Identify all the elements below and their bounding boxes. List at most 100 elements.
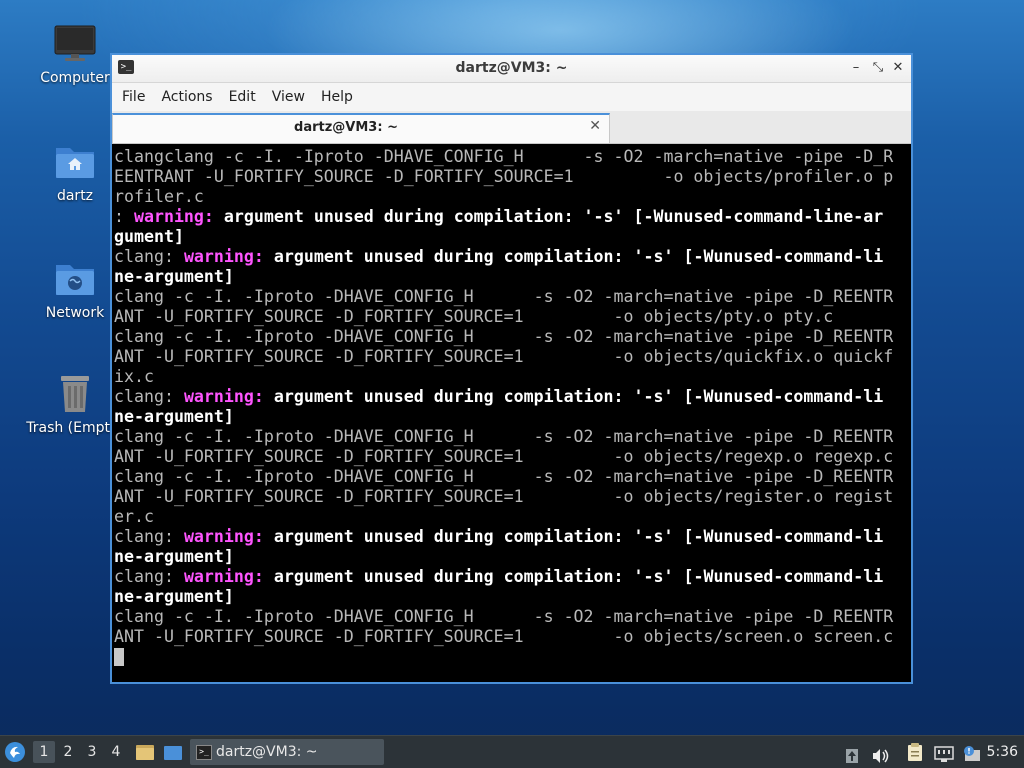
terminal-text: argument unused during compilation: '-s'… — [263, 387, 884, 406]
terminal-text: ix.c — [114, 367, 154, 386]
workspace-1[interactable]: 1 — [33, 741, 55, 763]
taskbar: 1 2 3 4 >_ dartz@VM3: ~ 5:36 — [0, 735, 1024, 768]
terminal-text: : — [114, 207, 134, 226]
terminal-line: clang -c -I. -Iproto -DHAVE_CONFIG_H -s … — [114, 287, 909, 307]
terminal-text: argument unused during compilation: '-s'… — [213, 207, 884, 226]
network-icon[interactable] — [934, 743, 954, 762]
terminal-text: ANT -U_FORTIFY_SOURCE -D_FORTIFY_SOURCE=… — [114, 627, 894, 646]
terminal-text: clang: — [114, 527, 184, 546]
terminal-cursor — [114, 648, 124, 666]
workspace-4[interactable]: 4 — [105, 741, 127, 763]
terminal-line: clang -c -I. -Iproto -DHAVE_CONFIG_H -s … — [114, 607, 909, 627]
terminal-text: ANT -U_FORTIFY_SOURCE -D_FORTIFY_SOURCE=… — [114, 447, 894, 466]
terminal-line: EENTRANT -U_FORTIFY_SOURCE -D_FORTIFY_SO… — [114, 167, 909, 187]
terminal-line: clang: warning: argument unused during c… — [114, 247, 909, 267]
terminal-line: clang: warning: argument unused during c… — [114, 387, 909, 407]
warning-label: warning: — [183, 247, 264, 266]
workspace-2[interactable]: 2 — [57, 741, 79, 763]
taskbar-terminal-task[interactable]: >_ dartz@VM3: ~ — [190, 739, 384, 765]
terminal-text: EENTRANT -U_FORTIFY_SOURCE -D_FORTIFY_SO… — [114, 167, 894, 186]
terminal-prompt-line — [114, 647, 909, 667]
terminal-line: ANT -U_FORTIFY_SOURCE -D_FORTIFY_SOURCE=… — [114, 487, 909, 507]
terminal-line: ANT -U_FORTIFY_SOURCE -D_FORTIFY_SOURCE=… — [114, 307, 909, 327]
terminal-text: clang -c -I. -Iproto -DHAVE_CONFIG_H -s … — [114, 327, 894, 346]
terminal-text: ANT -U_FORTIFY_SOURCE -D_FORTIFY_SOURCE=… — [114, 347, 894, 366]
task-label: dartz@VM3: ~ — [216, 744, 318, 760]
terminal-text: clang: — [114, 247, 184, 266]
terminal-text: clang -c -I. -Iproto -DHAVE_CONFIG_H -s … — [114, 287, 894, 306]
terminal-line: clang -c -I. -Iproto -DHAVE_CONFIG_H -s … — [114, 427, 909, 447]
terminal-window[interactable]: >_ dartz@VM3: ~ – ⤡ ✕ File Actions Edit Vie… — [110, 53, 913, 684]
menu-bar: File Actions Edit View Help — [112, 83, 911, 111]
terminal-line: er.c — [114, 507, 909, 527]
menu-view[interactable]: View — [264, 83, 313, 111]
terminal-icon: >_ — [196, 745, 212, 760]
terminal-line: ANT -U_FORTIFY_SOURCE -D_FORTIFY_SOURCE=… — [114, 447, 909, 467]
terminal-line: ne-argument] — [114, 407, 909, 427]
terminal-text: argument unused during compilation: '-s'… — [263, 527, 884, 546]
terminal-line: ne-argument] — [114, 267, 909, 287]
computer-icon — [53, 22, 97, 66]
terminal-text: ne-argument] — [114, 267, 234, 286]
warning-label: warning: — [183, 387, 264, 406]
show-desktop-icon[interactable] — [163, 743, 183, 761]
terminal-line: ne-argument] — [114, 547, 909, 567]
terminal-text: rofiler.c — [114, 187, 204, 206]
terminal-text: clang -c -I. -Iproto -DHAVE_CONFIG_H -s … — [114, 607, 894, 626]
terminal-text: clang: — [114, 567, 184, 586]
tab-bar: dartz@VM3: ~ ✕ — [112, 111, 911, 144]
terminal-line: rofiler.c — [114, 187, 909, 207]
home-folder-icon — [53, 140, 97, 184]
terminal-text: ANT -U_FORTIFY_SOURCE -D_FORTIFY_SOURCE=… — [114, 307, 834, 326]
terminal-text: clangclang -c -I. -Iproto -DHAVE_CONFIG_… — [114, 147, 894, 166]
terminal-text: ne-argument] — [114, 547, 234, 566]
terminal-line: clang: warning: argument unused during c… — [114, 567, 909, 587]
menu-help[interactable]: Help — [313, 83, 361, 111]
terminal-line: gument] — [114, 227, 909, 247]
updates-icon[interactable] — [845, 744, 859, 763]
maximize-button[interactable]: ⤡ — [869, 59, 887, 77]
menu-edit[interactable]: Edit — [221, 83, 264, 111]
terminal-text: clang: — [114, 387, 184, 406]
terminal-text: er.c — [114, 507, 154, 526]
terminal-line: ne-argument] — [114, 587, 909, 607]
window-titlebar[interactable]: >_ dartz@VM3: ~ – ⤡ ✕ — [112, 55, 911, 83]
minimize-button[interactable]: – — [847, 59, 865, 77]
start-menu-icon[interactable] — [4, 741, 26, 763]
terminal-text: ANT -U_FORTIFY_SOURCE -D_FORTIFY_SOURCE=… — [114, 487, 894, 506]
terminal-text: clang -c -I. -Iproto -DHAVE_CONFIG_H -s … — [114, 427, 894, 446]
terminal-text: ne-argument] — [114, 407, 234, 426]
terminal-text: ne-argument] — [114, 587, 234, 606]
terminal-output[interactable]: clangclang -c -I. -Iproto -DHAVE_CONFIG_… — [114, 147, 909, 680]
warning-label: warning: — [183, 527, 264, 546]
warning-label: warning: — [183, 567, 264, 586]
window-title: dartz@VM3: ~ — [455, 60, 568, 76]
terminal-line: : warning: argument unused during compil… — [114, 207, 909, 227]
terminal-text: argument unused during compilation: '-s'… — [263, 567, 884, 586]
terminal-line: ANT -U_FORTIFY_SOURCE -D_FORTIFY_SOURCE=… — [114, 347, 909, 367]
terminal-line: ANT -U_FORTIFY_SOURCE -D_FORTIFY_SOURCE=… — [114, 627, 909, 647]
clipboard-icon[interactable] — [906, 742, 924, 762]
terminal-line: clang -c -I. -Iproto -DHAVE_CONFIG_H -s … — [114, 327, 909, 347]
terminal-line: clang -c -I. -Iproto -DHAVE_CONFIG_H -s … — [114, 467, 909, 487]
menu-actions[interactable]: Actions — [153, 83, 220, 111]
notifications-icon[interactable] — [962, 743, 982, 761]
menu-file[interactable]: File — [114, 83, 153, 111]
terminal-text: gument] — [114, 227, 184, 246]
close-button[interactable]: ✕ — [889, 59, 907, 77]
terminal-line: ix.c — [114, 367, 909, 387]
clock[interactable]: 5:36 — [987, 736, 1018, 768]
tab-terminal[interactable]: dartz@VM3: ~ ✕ — [112, 113, 610, 143]
tab-close-icon[interactable]: ✕ — [589, 118, 601, 134]
terminal-line: clangclang -c -I. -Iproto -DHAVE_CONFIG_… — [114, 147, 909, 167]
network-folder-icon — [53, 257, 97, 301]
file-manager-icon[interactable] — [135, 742, 155, 762]
terminal-line: clang: warning: argument unused during c… — [114, 527, 909, 547]
terminal-text: clang -c -I. -Iproto -DHAVE_CONFIG_H -s … — [114, 467, 894, 486]
volume-icon[interactable] — [871, 744, 889, 763]
trash-icon — [53, 372, 97, 416]
warning-label: warning: — [133, 207, 214, 226]
workspace-3[interactable]: 3 — [81, 741, 103, 763]
terminal-text: argument unused during compilation: '-s'… — [263, 247, 884, 266]
tab-label: dartz@VM3: ~ — [294, 120, 398, 135]
